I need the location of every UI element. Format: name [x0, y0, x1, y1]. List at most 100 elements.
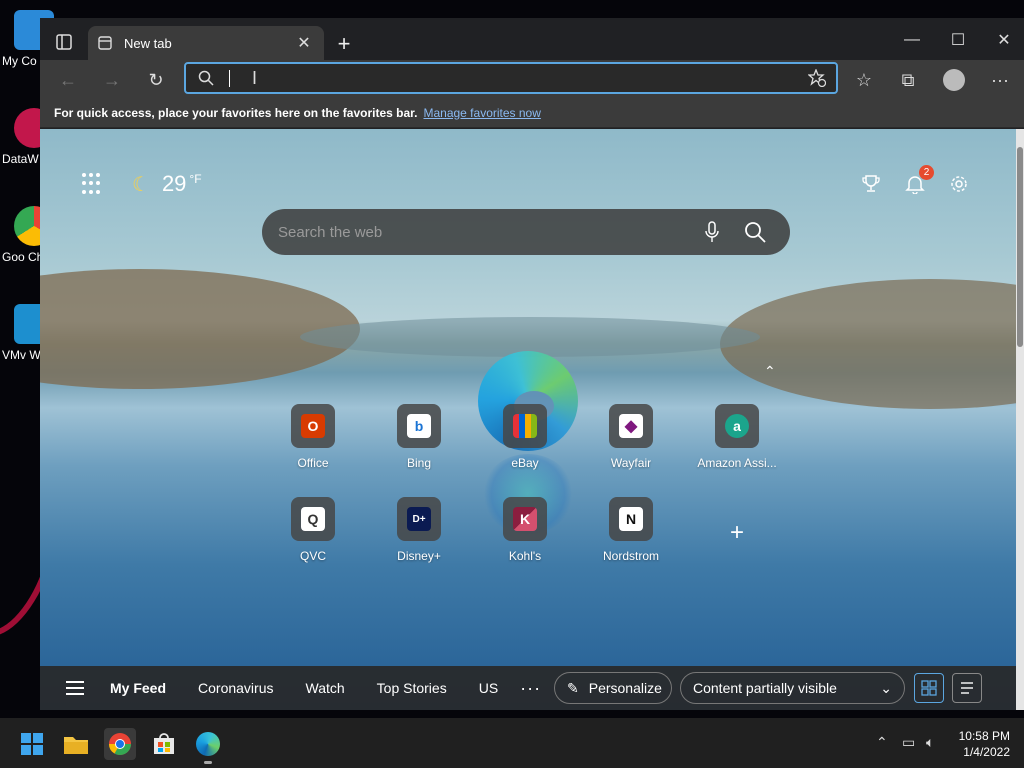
file-explorer-button[interactable]: [60, 728, 92, 760]
quick-link-office[interactable]: O Office: [263, 404, 363, 470]
text-caret: [229, 70, 230, 87]
favorites-icon: ☆: [855, 69, 873, 90]
quick-link-kohls[interactable]: K Kohl's: [475, 497, 575, 563]
add-quick-link-button[interactable]: +: [726, 521, 748, 545]
feed-more-button[interactable]: ···: [520, 678, 541, 699]
feed-tab-coronavirus[interactable]: Coronavirus: [198, 680, 273, 696]
maximize-icon: ☐: [950, 32, 966, 49]
minimize-icon: —: [904, 31, 920, 48]
quick-link-nordstrom[interactable]: N Nordstrom: [581, 497, 681, 563]
store-button[interactable]: [148, 728, 180, 760]
quick-link-disney-plus[interactable]: D+ Disney+: [369, 497, 469, 563]
new-tab-page-icon: [98, 36, 112, 50]
personalize-button[interactable]: ✎ Personalize: [554, 672, 672, 704]
search-icon: [198, 70, 214, 86]
network-icon[interactable]: ▭: [902, 734, 915, 751]
feed-menu-button[interactable]: [66, 681, 84, 695]
pencil-icon: ✎: [567, 679, 579, 696]
new-tab-button[interactable]: +: [330, 30, 358, 58]
apps-grid-button[interactable]: [82, 173, 104, 195]
favorites-bar: For quick access, place your favorites h…: [40, 98, 1024, 128]
quick-link-amazon-assistant[interactable]: a Amazon Assi...: [687, 404, 787, 470]
profile-button[interactable]: [938, 64, 970, 96]
clock-time: 10:58 PM: [958, 729, 1010, 743]
favorites-button[interactable]: ☆: [848, 64, 880, 96]
quick-link-qvc[interactable]: Q QVC: [263, 497, 363, 563]
quick-link-ebay[interactable]: eBay: [475, 404, 575, 470]
web-search-input[interactable]: [278, 223, 678, 241]
new-tab-page: ☾ 29 °F 2 ⌃ O Office b Bing: [40, 129, 1016, 710]
manage-favorites-link[interactable]: Manage favorites now: [423, 106, 540, 120]
list-layout-button[interactable]: [952, 673, 982, 703]
back-arrow-icon: ←: [59, 69, 77, 90]
collections-button[interactable]: ⧉: [892, 64, 924, 96]
taskbar-clock[interactable]: 10:58 PM 1/4/2022: [959, 728, 1010, 760]
quick-link-label: Amazon Assi...: [697, 456, 777, 470]
top-left-controls: ☾ 29 °F: [82, 171, 202, 197]
refresh-button[interactable]: ↻: [140, 64, 172, 96]
feed-tab-us[interactable]: US: [479, 680, 498, 696]
close-window-button[interactable]: ✕: [982, 26, 1024, 54]
content-visibility-dropdown[interactable]: Content partially visible ⌄: [680, 672, 905, 704]
chrome-taskbar-button[interactable]: [104, 728, 136, 760]
notifications-button[interactable]: 2: [902, 165, 934, 197]
quick-link-label: Kohl's: [508, 549, 542, 563]
quick-link-bing[interactable]: b Bing: [369, 404, 469, 470]
address-input[interactable]: [226, 68, 766, 88]
page-scrollbar[interactable]: [1016, 129, 1024, 710]
quick-link-label: QVC: [299, 549, 326, 563]
collapse-quick-links-button[interactable]: ⌃: [764, 363, 776, 380]
qvc-icon: Q: [301, 507, 325, 531]
back-button[interactable]: ←: [52, 64, 84, 96]
personalize-label: Personalize: [588, 680, 662, 696]
volume-icon[interactable]: 🔈︎: [926, 734, 934, 751]
maximize-button[interactable]: ☐: [936, 26, 980, 54]
grid-icon: [921, 680, 937, 696]
close-icon: ✕: [997, 32, 1011, 49]
folder-icon: [64, 737, 88, 754]
windows-logo-icon: [21, 733, 43, 755]
scrollbar-thumb[interactable]: [1017, 147, 1023, 347]
hill-left: [40, 269, 360, 389]
collections-icon: ⧉: [901, 69, 915, 90]
store-bag-icon: [154, 733, 174, 754]
quick-link-label: Wayfair: [610, 456, 652, 470]
settings-menu-button[interactable]: ···: [984, 64, 1016, 96]
page-settings-button[interactable]: [946, 171, 972, 197]
feed-tab-my-feed[interactable]: My Feed: [110, 680, 166, 696]
kohls-icon: K: [513, 507, 537, 531]
close-tab-button[interactable]: ✕: [294, 33, 314, 53]
web-search-box[interactable]: [262, 209, 790, 255]
minimize-button[interactable]: —: [890, 26, 934, 54]
favorites-bar-message: For quick access, place your favorites h…: [54, 105, 418, 120]
avatar-icon: [943, 69, 965, 91]
browser-toolbar: ← → ↻ I ☆ ⧉ ···: [40, 60, 1024, 98]
show-hidden-icons-button[interactable]: ⌃: [876, 734, 888, 751]
quick-link-wayfair[interactable]: ◆ Wayfair: [581, 404, 681, 470]
tab-actions-icon: [56, 34, 72, 50]
disney-plus-icon: D+: [407, 507, 431, 531]
news-feed-bar: My Feed Coronavirus Watch Top Stories US…: [40, 666, 1016, 710]
forward-button[interactable]: →: [96, 64, 128, 96]
gear-icon: [951, 176, 967, 192]
microphone-icon[interactable]: [704, 221, 720, 243]
tab-new-tab[interactable]: New tab ✕: [88, 26, 324, 60]
edge-taskbar-button[interactable]: [192, 728, 224, 764]
clock-date: 1/4/2022: [963, 745, 1010, 759]
grid-layout-button[interactable]: [914, 673, 944, 703]
edge-icon: [196, 732, 220, 756]
search-icon[interactable]: [744, 221, 766, 243]
chevron-down-icon: ⌄: [880, 679, 892, 696]
tab-bar: New tab ✕ + — ☐ ✕: [40, 18, 1024, 60]
feed-tab-top-stories[interactable]: Top Stories: [377, 680, 447, 696]
wayfair-icon: ◆: [619, 414, 643, 438]
add-favorite-icon[interactable]: [808, 69, 826, 87]
address-bar[interactable]: I: [184, 62, 838, 94]
bing-icon: b: [407, 414, 431, 438]
rewards-button[interactable]: [858, 171, 884, 197]
trophy-icon: [862, 175, 880, 192]
feed-tab-watch[interactable]: Watch: [306, 680, 345, 696]
weather-temperature[interactable]: 29: [162, 171, 186, 197]
tab-actions-button[interactable]: [50, 28, 78, 56]
start-button[interactable]: [16, 728, 48, 760]
